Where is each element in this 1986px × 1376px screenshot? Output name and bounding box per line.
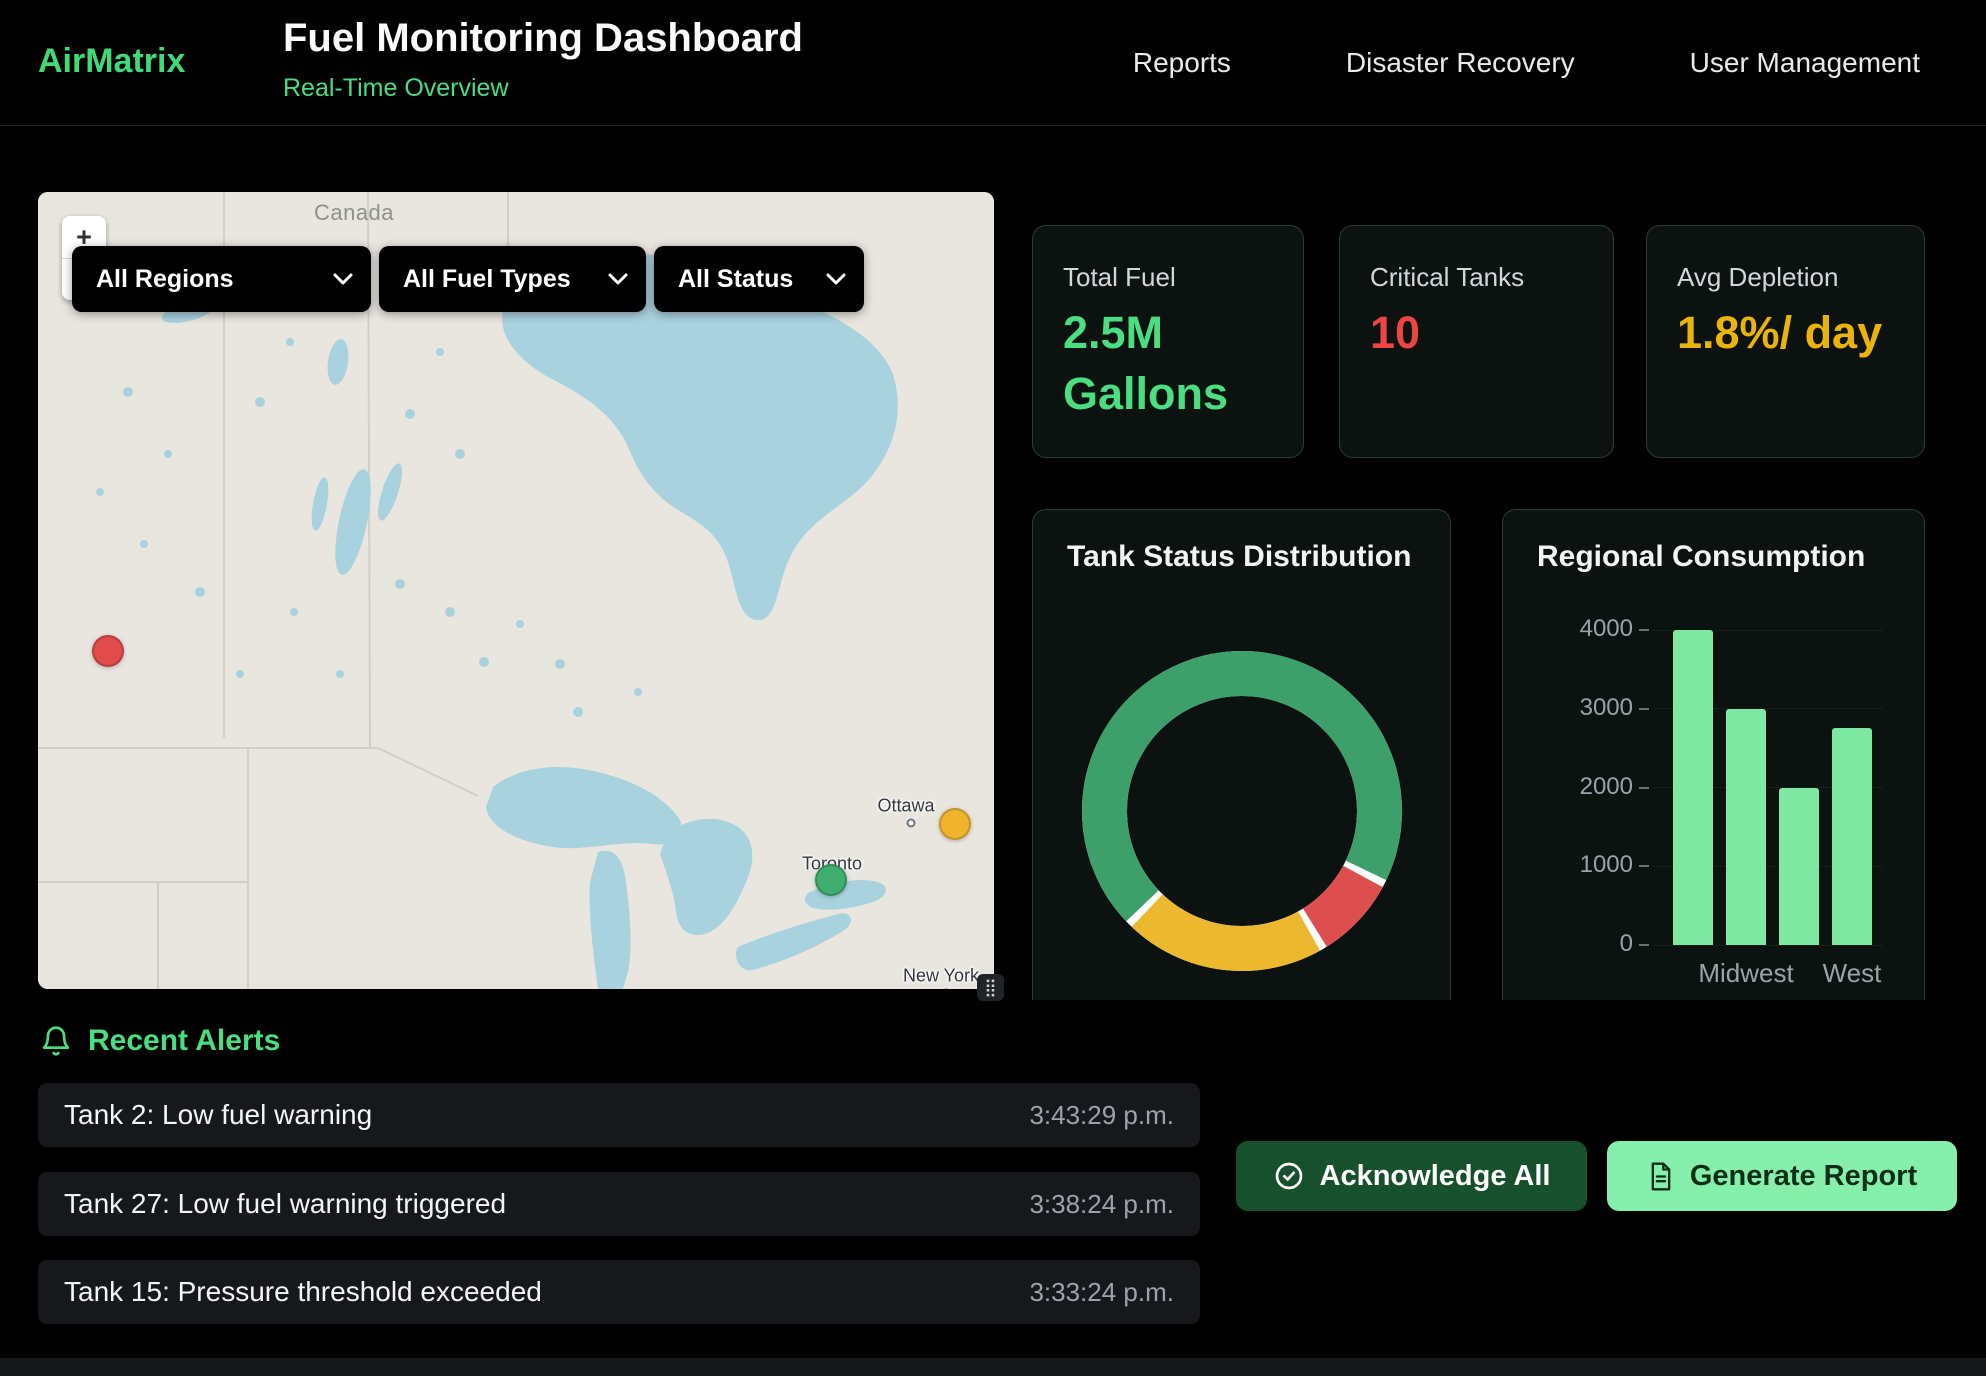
page-subtitle: Real-Time Overview [283, 74, 509, 103]
x-axis-label: West [1777, 958, 1927, 989]
map-city-label: New York [903, 966, 979, 987]
generate-report-label: Generate Report [1690, 1160, 1917, 1193]
alerts-heading-label: Recent Alerts [88, 1024, 280, 1058]
alerts-heading: Recent Alerts [40, 1024, 280, 1058]
donut-segment [1147, 911, 1309, 949]
y-tick-label: 4000 [1523, 615, 1633, 643]
alert-message: Tank 15: Pressure threshold exceeded [64, 1276, 542, 1308]
map-marker[interactable] [92, 635, 124, 667]
fuel-type-filter-dropdown[interactable]: All Fuel Types [379, 246, 646, 312]
y-tick-label: 1000 [1523, 851, 1633, 879]
header: AirMatrix Fuel Monitoring Dashboard Real… [0, 0, 1986, 126]
alert-message: Tank 2: Low fuel warning [64, 1099, 372, 1131]
map-panel: Canada OttawaTorontoNew York + − All Reg… [38, 192, 994, 989]
stat-value: 1.8%/ day [1677, 302, 1897, 363]
y-tick-label: 2000 [1523, 773, 1633, 801]
alert-message: Tank 27: Low fuel warning triggered [64, 1188, 506, 1220]
brand-logo[interactable]: AirMatrix [38, 42, 185, 81]
city-dot [907, 819, 916, 828]
recent-alerts-section: Recent Alerts Tank 2: Low fuel warning 3… [0, 1000, 1986, 1376]
map-marker[interactable] [939, 808, 971, 840]
y-tick [1639, 865, 1649, 867]
chevron-down-icon [608, 273, 628, 286]
y-tick-label: 0 [1523, 930, 1633, 958]
region-filter-dropdown[interactable]: All Regions [72, 246, 371, 312]
alert-row: Tank 2: Low fuel warning 3:43:29 p.m. [38, 1083, 1200, 1147]
bar-chart: 01000200030004000MidwestWest [1503, 510, 1924, 1028]
donut-segment [1315, 876, 1363, 927]
nav-disaster-recovery[interactable]: Disaster Recovery [1346, 47, 1575, 79]
chevron-down-icon [333, 273, 353, 286]
bar [1726, 709, 1766, 945]
generate-report-button[interactable]: Generate Report [1607, 1141, 1957, 1211]
chevron-down-icon [826, 273, 846, 286]
y-tick [1639, 708, 1649, 710]
donut-chart [1033, 510, 1452, 1030]
stat-card-avg-depletion: Avg Depletion 1.8%/ day [1646, 225, 1925, 458]
bar [1832, 728, 1872, 945]
stat-label: Critical Tanks [1370, 262, 1524, 293]
map-resize-handle[interactable]: ⣿ [977, 974, 1004, 1001]
status-filter-label: All Status [678, 265, 793, 294]
nav-user-management[interactable]: User Management [1690, 47, 1920, 79]
map-country-label: Canada [314, 200, 394, 226]
stat-value: 10 [1370, 302, 1590, 363]
bottom-bar [0, 1358, 1986, 1376]
main-nav: Reports Disaster Recovery User Managemen… [1133, 0, 1920, 126]
fuel-type-filter-label: All Fuel Types [403, 265, 571, 294]
alert-timestamp: 3:33:24 p.m. [1029, 1277, 1174, 1308]
stat-label: Avg Depletion [1677, 262, 1838, 293]
y-tick [1639, 629, 1649, 631]
alert-row: Tank 27: Low fuel warning triggered 3:38… [38, 1172, 1200, 1236]
y-tick [1639, 787, 1649, 789]
check-circle-icon [1273, 1160, 1305, 1192]
y-tick-label: 3000 [1523, 694, 1633, 722]
nav-reports[interactable]: Reports [1133, 47, 1231, 79]
bar [1673, 630, 1713, 945]
bell-icon [40, 1024, 72, 1058]
tank-status-distribution-card: Tank Status Distribution [1032, 509, 1451, 1029]
stat-value: 2.5M Gallons [1063, 302, 1283, 424]
page-title: Fuel Monitoring Dashboard [283, 16, 803, 61]
fuel-monitoring-dashboard: AirMatrix Fuel Monitoring Dashboard Real… [0, 0, 1986, 1376]
document-icon [1647, 1161, 1675, 1192]
map-marker[interactable] [815, 864, 847, 896]
y-tick [1639, 944, 1649, 946]
region-filter-label: All Regions [96, 265, 234, 294]
alert-row: Tank 15: Pressure threshold exceeded 3:3… [38, 1260, 1200, 1324]
bar [1779, 788, 1819, 946]
alert-timestamp: 3:38:24 p.m. [1029, 1189, 1174, 1220]
regional-consumption-card: Regional Consumption 01000200030004000Mi… [1502, 509, 1925, 1029]
stat-card-critical-tanks: Critical Tanks 10 [1339, 225, 1614, 458]
status-filter-dropdown[interactable]: All Status [654, 246, 864, 312]
stat-label: Total Fuel [1063, 262, 1176, 293]
acknowledge-all-label: Acknowledge All [1320, 1160, 1551, 1193]
acknowledge-all-button[interactable]: Acknowledge All [1236, 1141, 1587, 1211]
alert-timestamp: 3:43:29 p.m. [1029, 1100, 1174, 1131]
donut-segment [1105, 673, 1380, 905]
stat-card-total-fuel: Total Fuel 2.5M Gallons [1032, 225, 1304, 458]
map-city-label: Ottawa [877, 796, 934, 817]
